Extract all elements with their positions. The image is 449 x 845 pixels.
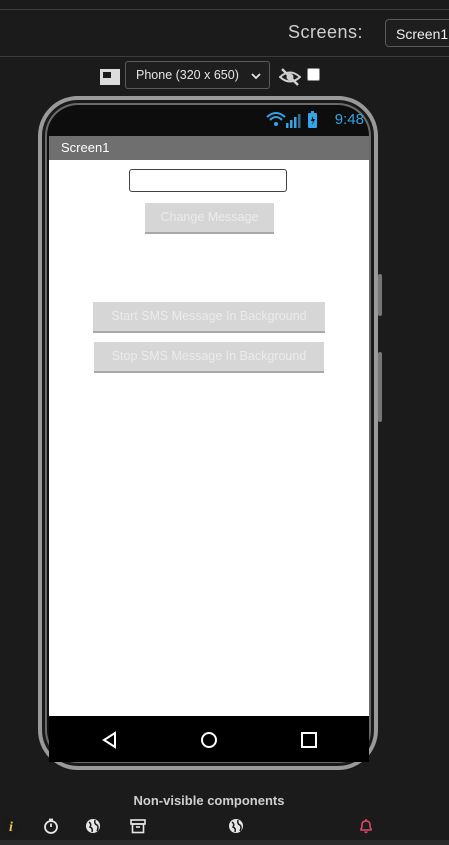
device-size-select[interactable]: Phone (320 x 650) [125,61,270,89]
android-nav-bar [49,716,369,762]
clock-icon[interactable] [43,818,59,834]
phone-power-button [378,352,382,422]
screen-title: Screen1 [61,140,110,155]
message-textbox[interactable] [129,169,287,192]
device-size-value: Phone (320 x 650) [136,68,239,82]
archive-icon[interactable] [130,818,146,834]
nonvisible-components-label: Non-visible components [133,793,285,808]
web-globe-icon[interactable] [228,818,244,834]
change-message-button[interactable]: Change Message [145,203,274,234]
bottom-strip [0,840,449,845]
info-icon[interactable]: i [3,818,19,834]
stop-sms-button[interactable]: Stop SMS Message In Background [94,342,324,373]
screens-bar [0,10,449,57]
web-globe-icon[interactable] [85,818,101,834]
screen-content: Change Message Start SMS Message In Back… [49,160,369,716]
signal-battery-icons [266,111,317,128]
svg-text:i: i [9,820,13,834]
status-bar: 9:48 [49,108,369,136]
chevron-down-icon [251,73,261,80]
screen-title-bar: Screen1 [49,136,369,160]
phone-volume-button [378,274,382,316]
recents-square-icon[interactable] [299,730,319,750]
start-sms-button[interactable]: Start SMS Message In Background [93,302,325,333]
home-circle-icon[interactable] [199,730,219,750]
screens-label: Screens: [288,22,364,42]
notifier-bell-icon[interactable] [358,818,374,834]
eye-off-icon [279,68,301,86]
show-hidden-checkbox[interactable] [307,68,320,81]
back-triangle-icon[interactable] [100,730,120,750]
status-time: 9:48 [334,111,364,128]
screen-select[interactable]: Screen1 [385,19,449,47]
tablet-size-icon[interactable] [100,69,120,85]
